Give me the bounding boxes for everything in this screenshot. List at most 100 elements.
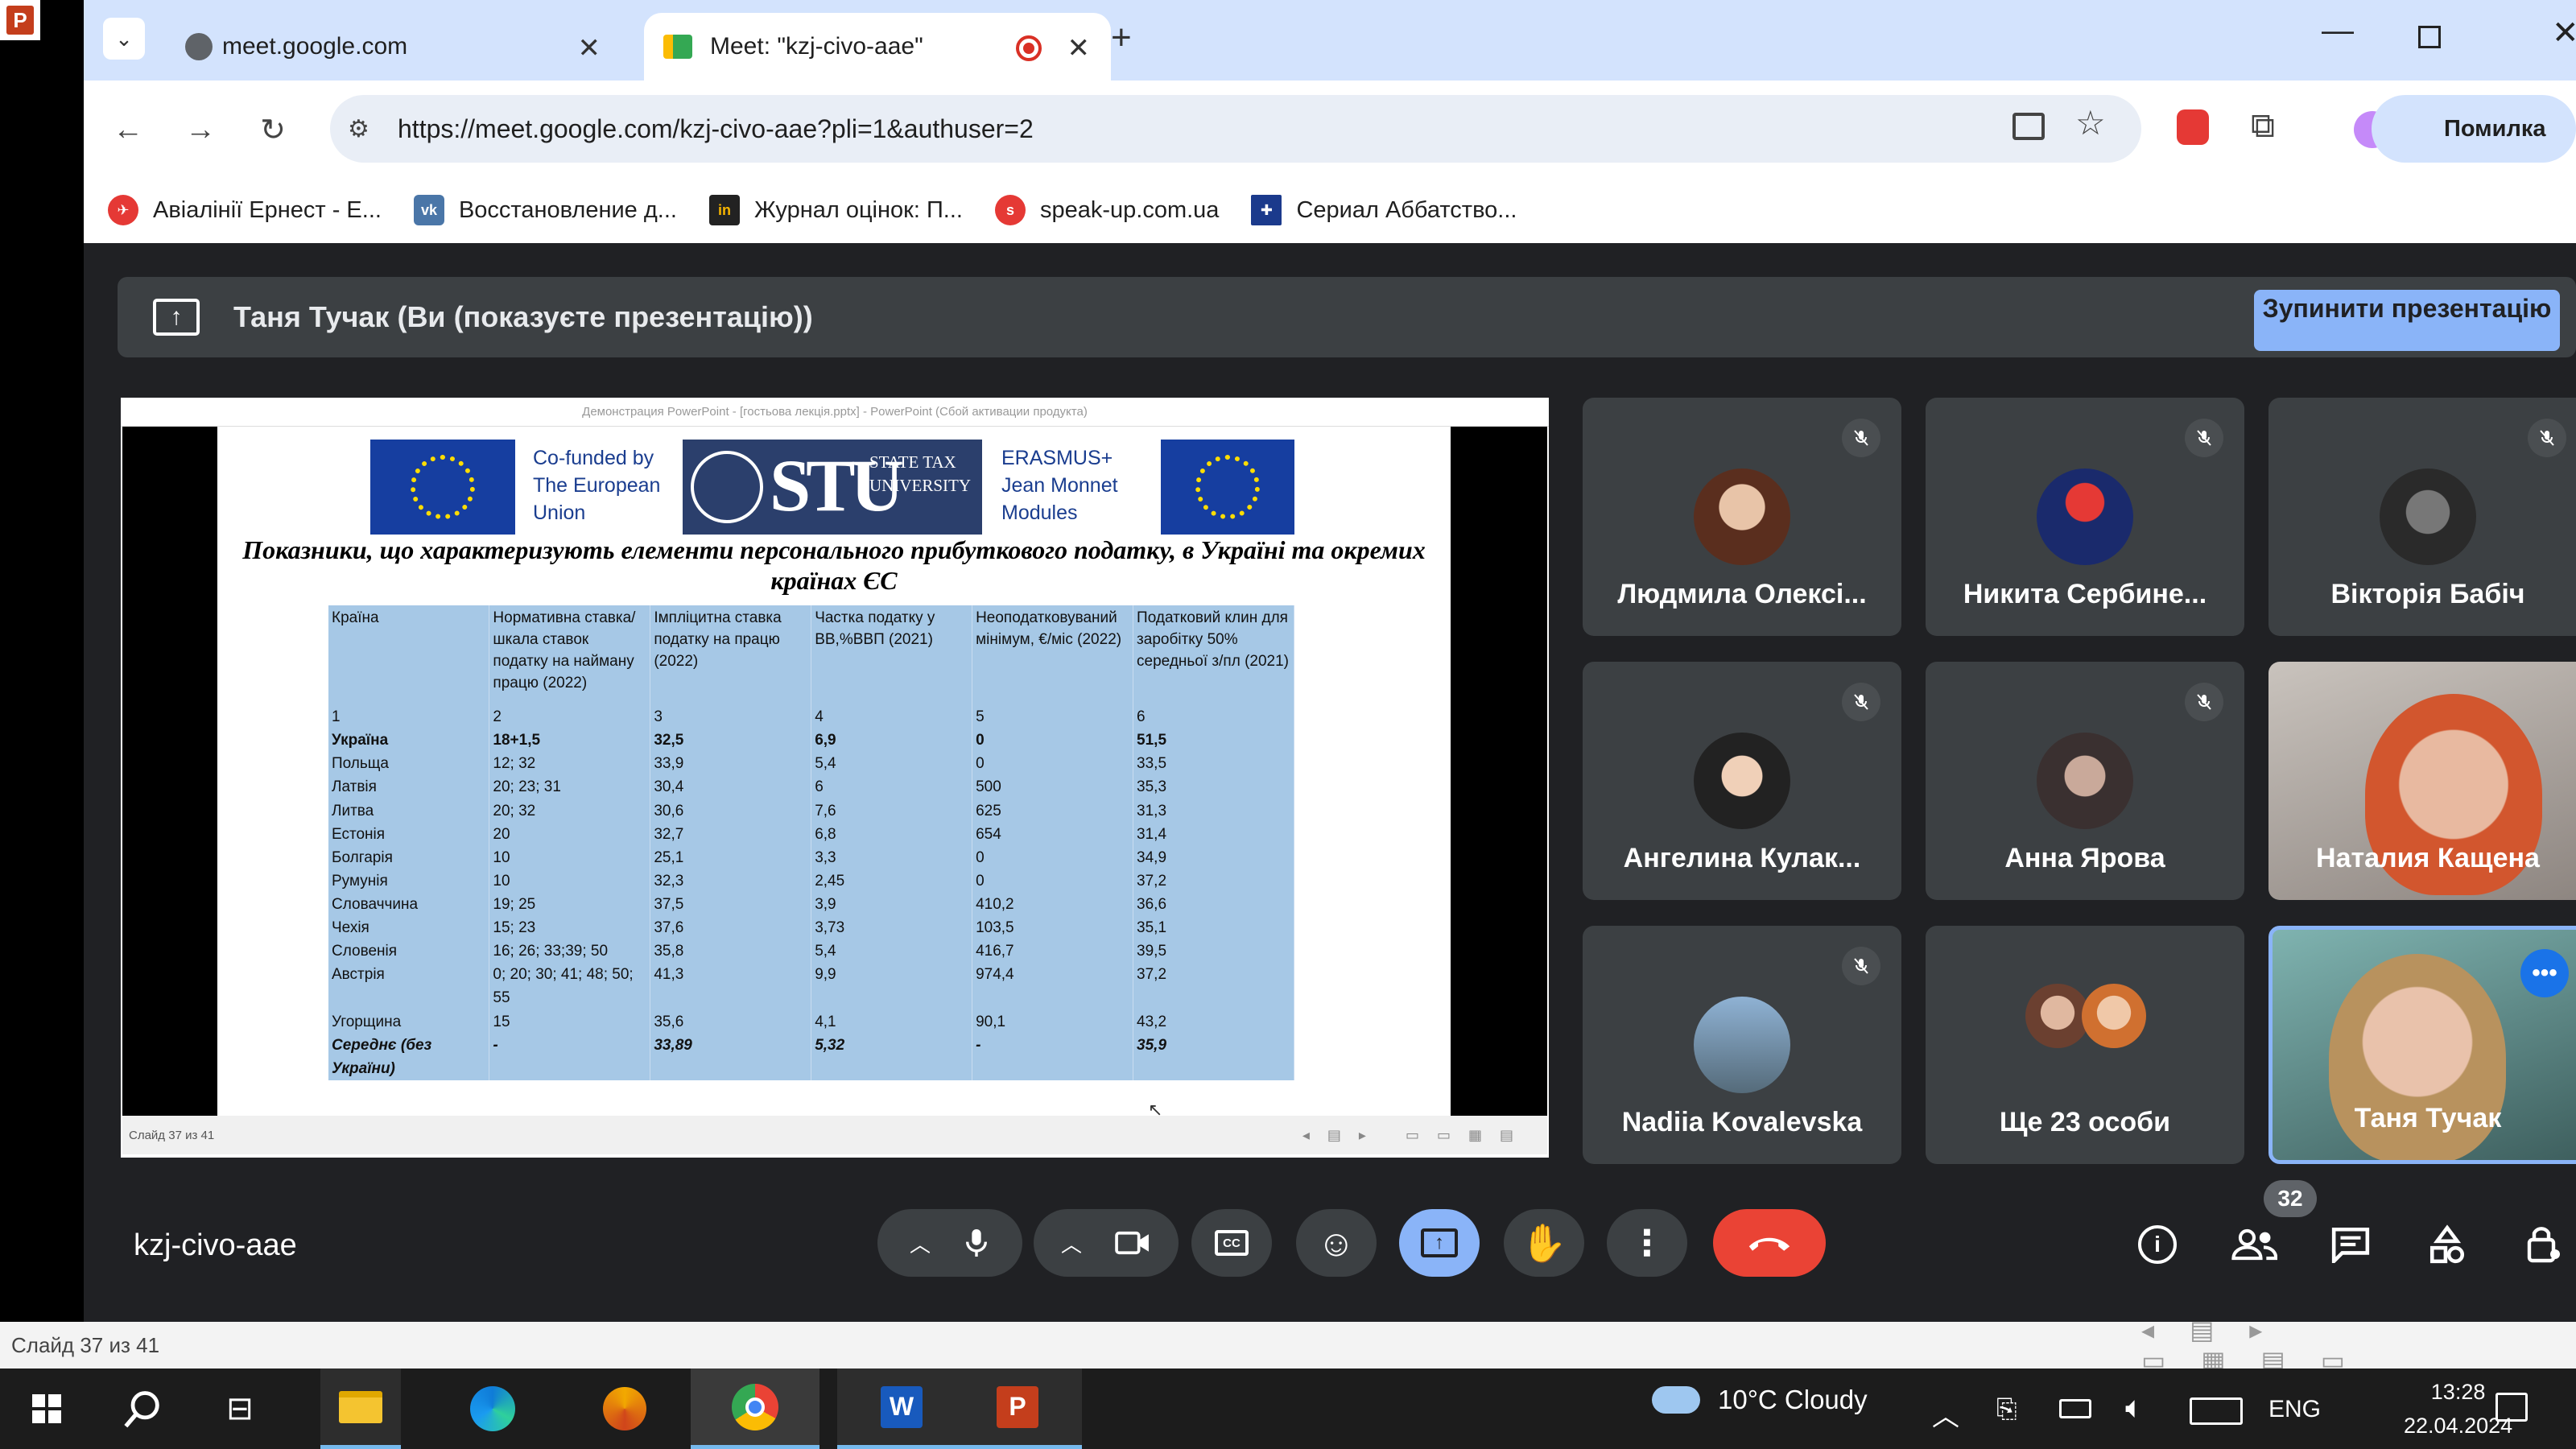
table-cell: 31,4 bbox=[1133, 822, 1294, 846]
slide-counter: Слайд 37 из 41 bbox=[11, 1332, 160, 1357]
notifications-icon[interactable] bbox=[2496, 1393, 2528, 1422]
close-tab-icon[interactable]: ✕ bbox=[578, 32, 601, 64]
chevron-up-icon[interactable]: ︿ bbox=[910, 1228, 931, 1258]
avatar bbox=[2037, 469, 2133, 565]
extension-shield-icon[interactable] bbox=[2177, 109, 2209, 145]
bookmark-item[interactable]: s speak-up.com.ua bbox=[994, 195, 1220, 225]
table-row: Україна 18+1,5 32,5 6,9 0 51,5 bbox=[328, 729, 1294, 753]
volume-icon[interactable]: 🔈︎ bbox=[2125, 1391, 2144, 1426]
table-cell: 6 bbox=[1133, 694, 1294, 729]
language-indicator[interactable]: ENG bbox=[2268, 1396, 2321, 1423]
meet-now-icon[interactable]: ⎘ bbox=[1996, 1394, 2017, 1425]
host-controls-button[interactable] bbox=[2515, 1216, 2573, 1274]
taskbar-word[interactable]: W bbox=[837, 1368, 966, 1449]
camera-icon[interactable] bbox=[1114, 1229, 1151, 1257]
tab-meet-home[interactable]: meet.google.com ✕ bbox=[90, 13, 621, 80]
site-settings-icon[interactable]: ⚙ bbox=[348, 115, 369, 143]
microphone-control[interactable]: ︿ bbox=[877, 1209, 1022, 1277]
bookmark-item[interactable]: vk Восстановление д... bbox=[413, 195, 677, 225]
new-tab-button[interactable]: + bbox=[1111, 18, 1132, 58]
tab-label: Meet: "kzj-civo-aae" bbox=[710, 33, 923, 60]
weather-widget[interactable]: 10°C Cloudy bbox=[1652, 1385, 1868, 1415]
info-icon: i bbox=[2138, 1225, 2177, 1264]
table-cell: 35,1 bbox=[1133, 916, 1294, 940]
back-arrow-icon[interactable]: ← bbox=[108, 109, 148, 150]
chat-button[interactable] bbox=[2322, 1216, 2380, 1274]
table-cell: 41,3 bbox=[650, 963, 812, 1010]
url-text[interactable]: https://meet.google.com/kzj-civo-aae?pli… bbox=[398, 114, 1034, 144]
bookmark-item[interactable]: in Журнал оцінок: П... bbox=[708, 195, 963, 225]
search-button[interactable] bbox=[103, 1368, 184, 1449]
table-cell: 20 bbox=[489, 822, 651, 846]
microphone-icon[interactable] bbox=[963, 1227, 990, 1259]
battery-icon[interactable] bbox=[2059, 1399, 2091, 1418]
bookmarks-bar: ✈ Авіалінії Ернест - Е... vk Восстановлени… bbox=[84, 177, 2576, 243]
participant-tile[interactable]: Никита Сербине... bbox=[1926, 398, 2244, 636]
powerpoint-window-icon[interactable]: P bbox=[0, 0, 40, 40]
recording-icon bbox=[1016, 35, 1042, 61]
participant-name: Никита Сербине... bbox=[1963, 579, 2207, 609]
tab-meet-active[interactable]: Meet: "kzj-civo-aae" ✕ bbox=[644, 13, 1111, 80]
windows-icon bbox=[32, 1394, 61, 1423]
others-tile[interactable]: Ще 23 особи bbox=[1926, 926, 2244, 1164]
chrome-icon bbox=[732, 1383, 778, 1430]
table-cell: Угорщина bbox=[328, 1009, 490, 1034]
slide-title: Показники, що характеризують елементи пе… bbox=[242, 535, 1426, 595]
people-button[interactable] bbox=[2225, 1216, 2283, 1274]
participant-tile[interactable]: Nadiia Kovalevska bbox=[1583, 926, 1901, 1164]
bookmark-label: speak-up.com.ua bbox=[1039, 196, 1220, 223]
table-cell: 35,3 bbox=[1133, 775, 1294, 799]
captions-button[interactable]: CC bbox=[1191, 1209, 1272, 1277]
participant-name: Вікторія Бабіч bbox=[2330, 579, 2525, 609]
self-video-tile[interactable]: ••• Таня Тучак bbox=[2268, 926, 2576, 1164]
more-options-button[interactable]: ⋮ bbox=[1607, 1209, 1687, 1277]
taskbar-chrome[interactable] bbox=[691, 1368, 819, 1449]
bookmark-item[interactable]: ✚ Сериал Аббатство... bbox=[1251, 195, 1517, 225]
camera-control[interactable]: ︿ bbox=[1034, 1209, 1179, 1277]
table-cell: Чехія bbox=[328, 916, 490, 940]
bookmark-item[interactable]: ✈ Авіалінії Ернест - Е... bbox=[108, 195, 382, 225]
forward-arrow-icon[interactable]: → bbox=[180, 109, 221, 150]
camera-in-use-icon[interactable] bbox=[2013, 113, 2045, 140]
view-controls-icons[interactable]: ◂▤▸ ▭▦▤▭ bbox=[2141, 1315, 2576, 1376]
participant-tile[interactable]: Людмила Олексі... bbox=[1583, 398, 1901, 636]
taskbar-browser[interactable] bbox=[584, 1368, 665, 1449]
raise-hand-button[interactable]: ✋ bbox=[1504, 1209, 1584, 1277]
meeting-details-button[interactable]: i bbox=[2128, 1216, 2186, 1274]
stop-presenting-button[interactable]: Зупинити презентацію bbox=[2254, 290, 2560, 351]
close-tab-icon[interactable]: ✕ bbox=[1067, 32, 1091, 64]
participant-video-tile[interactable]: Наталия Кащена bbox=[2268, 662, 2576, 900]
chevron-up-icon[interactable]: ︿ bbox=[1061, 1228, 1082, 1258]
bookmark-star-icon[interactable]: ☆ bbox=[2075, 103, 2106, 142]
task-view-button[interactable]: ⊟ bbox=[200, 1368, 280, 1449]
erasmus-text: ERASMUS+ Jean Monnet Modules bbox=[1001, 447, 1118, 524]
activities-button[interactable] bbox=[2418, 1216, 2476, 1274]
reactions-button[interactable]: ☺ bbox=[1296, 1209, 1377, 1277]
table-cell: Неоподатковуваний мінімум, €/міс (2022) bbox=[972, 605, 1134, 694]
taskbar-edge[interactable] bbox=[452, 1368, 533, 1449]
close-window-icon[interactable]: ✕ bbox=[2552, 14, 2576, 52]
slideshow-nav-icons[interactable]: ◂▤▸ ▭▭▦▤ bbox=[1302, 1127, 1531, 1144]
mic-off-icon bbox=[1842, 683, 1880, 721]
reload-icon[interactable]: ↻ bbox=[253, 109, 293, 150]
maximize-window-icon[interactable] bbox=[2418, 26, 2441, 48]
profile-error-button[interactable]: Помилка bbox=[2372, 95, 2576, 163]
minimize-window-icon[interactable]: — bbox=[2322, 13, 2354, 49]
extensions-puzzle-icon[interactable]: ⧉ bbox=[2251, 106, 2275, 146]
shapes-icon bbox=[2429, 1224, 2465, 1264]
leave-call-button[interactable] bbox=[1713, 1209, 1826, 1277]
participant-tile[interactable]: Анна Ярова bbox=[1926, 662, 2244, 900]
table-row: Естонія 20 32,7 6,8 654 31,4 bbox=[328, 822, 1294, 846]
tray-chevron-up-icon[interactable]: ︿ bbox=[1932, 1394, 1959, 1434]
participant-tile[interactable]: Вікторія Бабіч bbox=[2268, 398, 2576, 636]
taskbar-file-explorer[interactable] bbox=[320, 1368, 401, 1449]
participant-name: Таня Тучак bbox=[2354, 1103, 2502, 1133]
university-seal-icon bbox=[691, 451, 763, 523]
present-now-button[interactable]: ↑ bbox=[1399, 1209, 1480, 1277]
participant-tile[interactable]: Ангелина Кулак... bbox=[1583, 662, 1901, 900]
address-bar[interactable]: ⚙ https://meet.google.com/kzj-civo-aae?p… bbox=[330, 95, 2141, 163]
taskbar-powerpoint[interactable]: P bbox=[953, 1368, 1082, 1449]
more-options-icon[interactable]: ••• bbox=[2520, 949, 2569, 997]
keyboard-icon[interactable] bbox=[2190, 1397, 2243, 1425]
start-button[interactable] bbox=[6, 1368, 87, 1449]
